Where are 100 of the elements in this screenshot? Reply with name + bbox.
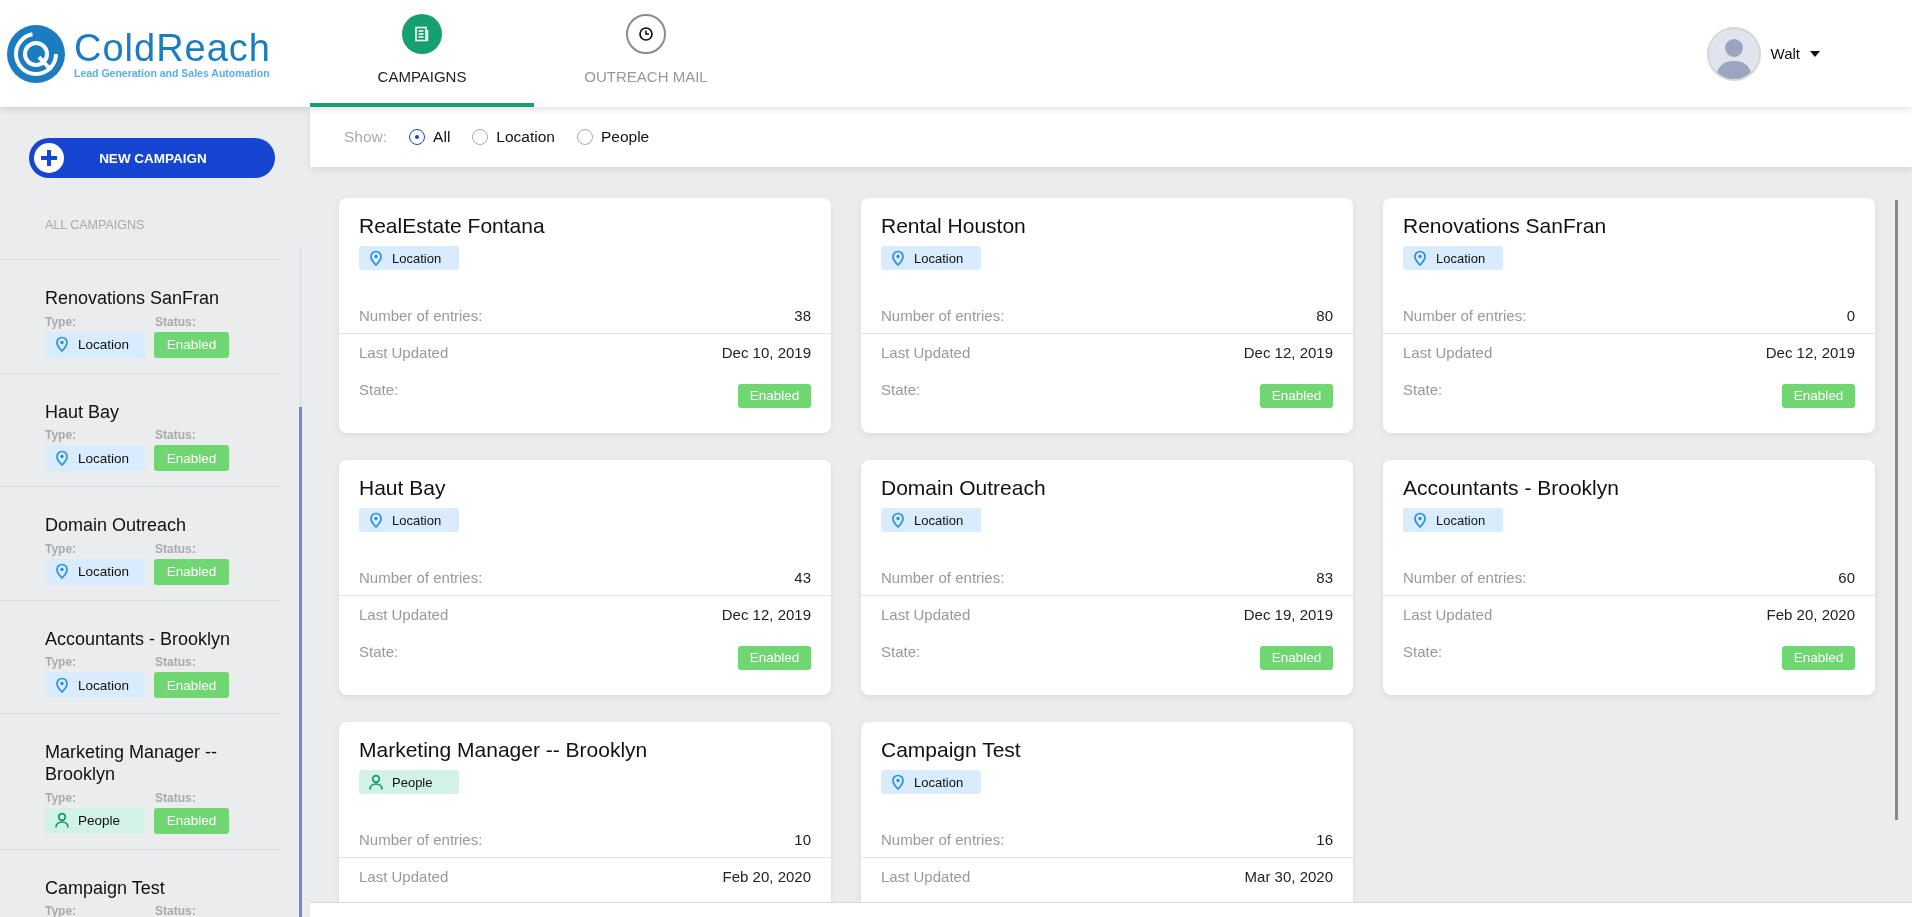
type-tag: People: [45, 807, 145, 834]
campaign-card[interactable]: Rental Houston Location Number of entries: 80 Last Updated Dec 12, 2019 State: Enabled: [861, 198, 1353, 433]
campaign-card[interactable]: Campaign Test Location Number of entries: 16 Last Updated Mar 30, 2020: [861, 722, 1353, 903]
filter-option[interactable]: All: [409, 128, 451, 146]
row-label: Number of entries:: [1403, 568, 1527, 586]
state-tag: Enabled: [1782, 383, 1855, 408]
row-value: Feb 20, 2020: [722, 867, 811, 885]
person-icon: [368, 773, 384, 791]
row-label: Last Updated: [1403, 605, 1493, 623]
state-tag: Enabled: [1260, 645, 1333, 670]
type-tag: Location: [45, 445, 145, 472]
campaign-card[interactable]: Accountants - Brooklyn Location Number of entries: 60 Last Updated Feb 20, 2020 State: Enabled: [1383, 460, 1875, 695]
type-tag: Location: [1403, 508, 1503, 532]
logo-icon: [6, 23, 66, 84]
filter-option[interactable]: Location: [472, 128, 555, 146]
row-label: State:: [881, 642, 921, 660]
location-pin-icon: [54, 449, 70, 467]
location-pin-icon: [890, 773, 906, 791]
status-tag: Enabled: [154, 445, 229, 472]
campaign-list-item[interactable]: Renovations SanFran Type: Status: Location Enabled: [0, 260, 280, 374]
location-pin-icon: [368, 249, 384, 267]
row-value: Dec 19, 2019: [1243, 605, 1333, 623]
row-value: Mar 30, 2020: [1244, 867, 1333, 885]
type-tag: Location: [45, 558, 145, 585]
location-pin-icon: [368, 511, 384, 529]
document-icon: [414, 26, 430, 42]
campaign-title: Campaign Test: [881, 738, 1022, 762]
status-tag: Enabled: [154, 558, 229, 585]
row-label: State:: [1403, 642, 1443, 660]
campaign-list-item[interactable]: Domain Outreach Type: Status: Location Enabled: [0, 487, 280, 601]
row-value: Dec 12, 2019: [1243, 343, 1333, 361]
person-icon: [54, 812, 70, 830]
type-tag: Location: [45, 331, 145, 358]
row-label: Last Updated: [881, 343, 971, 361]
campaign-list-item[interactable]: Marketing Manager -- Brooklyn Type: Status: People Enabled: [0, 714, 280, 850]
section-title: ALL CAMPAIGNS: [45, 218, 145, 232]
row-value: 0: [1846, 306, 1855, 324]
scrollbar-thumb[interactable]: [299, 407, 302, 917]
row-label: Number of entries:: [881, 830, 1005, 848]
row-value: 16: [1316, 830, 1333, 848]
location-pin-icon: [890, 511, 906, 529]
row-value: 60: [1838, 568, 1855, 586]
row-label: Number of entries:: [1403, 306, 1527, 324]
row-label: Last Updated: [1403, 343, 1493, 361]
type-tag: Location: [881, 508, 981, 532]
row-value: Dec 12, 2019: [721, 605, 811, 623]
location-pin-icon: [54, 563, 70, 581]
row-label: State:: [1403, 380, 1443, 398]
row-label: Number of entries:: [881, 568, 1005, 586]
row-value: Feb 20, 2020: [1766, 605, 1855, 623]
campaign-title: Marketing Manager -- Brooklyn: [359, 738, 649, 762]
row-value: 10: [794, 830, 811, 848]
state-tag: Enabled: [738, 645, 811, 670]
row-label: Number of entries:: [359, 830, 483, 848]
plus-icon: [33, 142, 65, 174]
row-label: Last Updated: [359, 867, 449, 885]
campaign-title: Rental Houston: [881, 214, 1027, 238]
campaign-card[interactable]: Haut Bay Location Number of entries: 43 Last Updated Dec 12, 2019 State: Enabled: [339, 460, 831, 695]
row-value: Dec 10, 2019: [721, 343, 811, 361]
location-pin-icon: [1412, 249, 1428, 267]
location-pin-icon: [54, 336, 70, 354]
row-label: Last Updated: [881, 605, 971, 623]
row-value: 43: [794, 568, 811, 586]
location-pin-icon: [890, 249, 906, 267]
campaign-title: Renovations SanFran: [1403, 214, 1608, 238]
status-tag: Enabled: [154, 807, 229, 834]
row-label: Last Updated: [881, 867, 971, 885]
campaign-title: RealEstate Fontana: [359, 214, 546, 238]
user-name[interactable]: Walt: [1770, 45, 1800, 62]
row-label: Last Updated: [359, 605, 449, 623]
filter-option[interactable]: People: [576, 128, 650, 146]
row-label: Number of entries:: [881, 306, 1005, 324]
row-label: Last Updated: [359, 343, 449, 361]
row-value: 83: [1316, 568, 1333, 586]
new-campaign-button[interactable]: NEW CAMPAIGN: [29, 138, 275, 178]
state-tag: Enabled: [1260, 383, 1333, 408]
campaign-list-item[interactable]: Accountants - Brooklyn Type: Status: Location Enabled: [0, 600, 280, 715]
type-tag: Location: [359, 508, 459, 532]
campaign-list-item[interactable]: Campaign Test Type: Status:: [0, 849, 280, 917]
campaign-card[interactable]: Marketing Manager -- Brooklyn People Number of entries: 10 Last Updated Feb 20, 2020: [339, 722, 831, 903]
status-tag: Enabled: [154, 672, 229, 699]
type-tag: Location: [359, 246, 459, 270]
type-tag: Location: [881, 246, 981, 270]
clock-icon: [638, 26, 654, 42]
logo-name: ColdReach: [74, 28, 271, 67]
campaign-list-item[interactable]: Haut Bay Type: Status: Location Enabled: [0, 373, 280, 488]
caret-icon[interactable]: [1810, 50, 1820, 57]
state-tag: Enabled: [738, 383, 811, 408]
type-tag: People: [359, 770, 459, 794]
logo-tagline: Lead Generation and Sales Automation: [74, 66, 271, 79]
campaign-title: Accountants - Brooklyn: [1403, 476, 1620, 500]
row-value: Dec 12, 2019: [1765, 343, 1855, 361]
row-label: State:: [359, 380, 399, 398]
campaign-card[interactable]: RealEstate Fontana Location Number of entries: 38 Last Updated Dec 10, 2019 State: Enabled: [339, 198, 831, 433]
campaign-card[interactable]: Domain Outreach Location Number of entries: 83 Last Updated Dec 19, 2019 State: Enabled: [861, 460, 1353, 695]
scrollbar-thumb[interactable]: [1895, 200, 1898, 820]
avatar-icon[interactable]: [1706, 26, 1761, 81]
campaign-title: Domain Outreach: [881, 476, 1047, 500]
type-tag: Location: [881, 770, 981, 794]
campaign-card[interactable]: Renovations SanFran Location Number of entries: 0 Last Updated Dec 12, 2019 State: Enabled: [1383, 198, 1875, 433]
